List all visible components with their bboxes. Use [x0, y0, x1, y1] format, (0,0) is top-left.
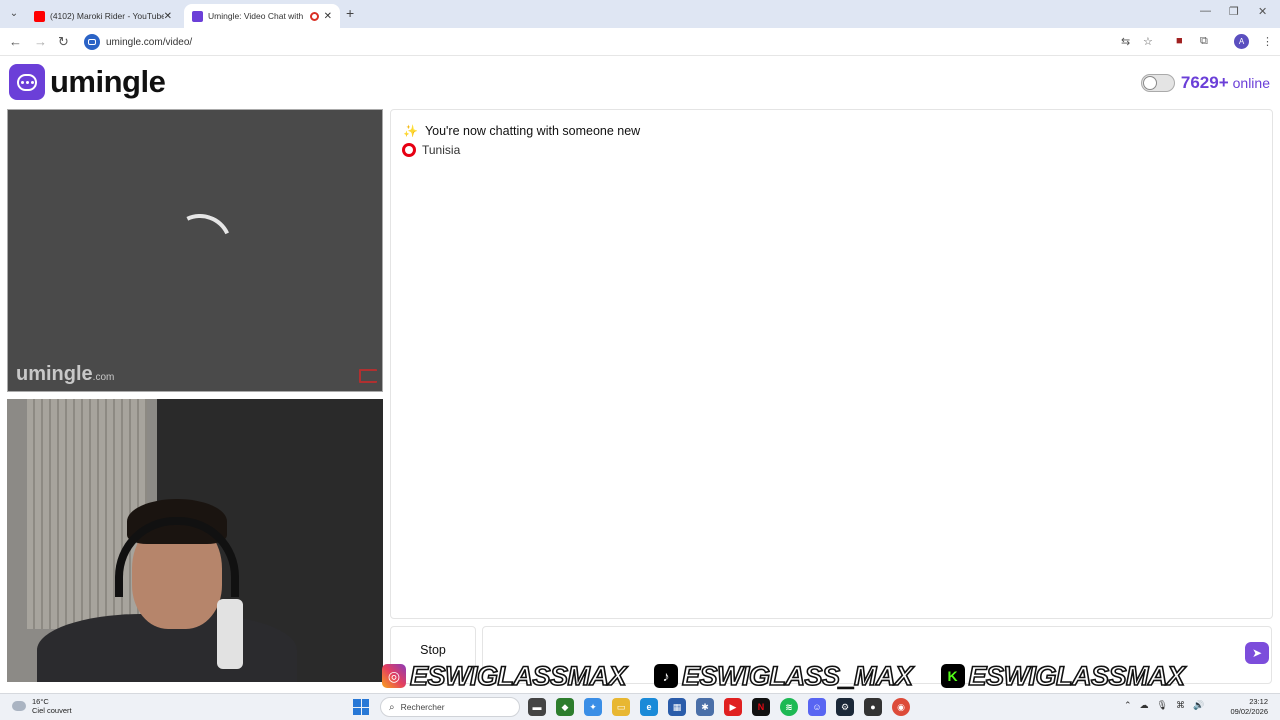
back-icon[interactable]: ← [9, 34, 22, 50]
store-icon[interactable]: ▦ [668, 698, 686, 716]
extensions-puzzle-icon[interactable]: ⧉ [1200, 35, 1208, 48]
bookmark-star-icon[interactable]: ☆ [1143, 35, 1153, 48]
loading-spinner-icon [158, 204, 242, 288]
close-tab-icon[interactable]: ✕ [324, 11, 332, 22]
youtube-favicon-icon [34, 10, 45, 22]
new-tab-button[interactable]: + [346, 5, 354, 21]
steam-icon[interactable]: ⚙ [836, 698, 854, 716]
tab-title: Umingle: Video Chat with S [208, 11, 305, 21]
system-tray: ⌃ ☁ 🎙 ⌘ 🔊 [1124, 700, 1204, 711]
chevron-up-icon[interactable]: ⌃ [1124, 700, 1132, 711]
volume-icon[interactable]: 🔊 [1193, 700, 1204, 711]
windows-start-icon[interactable] [353, 699, 369, 715]
edge-icon[interactable]: e [640, 698, 658, 716]
kick-icon: K [940, 664, 965, 688]
tab-search-icon[interactable]: ⌄ [6, 6, 22, 22]
browser-menu-icon[interactable]: ⋮ [1262, 35, 1273, 48]
youtube-icon[interactable]: ▶ [724, 698, 742, 716]
file-explorer-icon[interactable]: ▭ [612, 698, 630, 716]
address-bar[interactable]: umingle.com/video/ [80, 31, 1160, 53]
copilot-icon[interactable]: ✦ [584, 698, 602, 716]
umingle-favicon-icon [192, 10, 203, 22]
forward-icon[interactable]: → [34, 34, 47, 50]
tiktok-icon: ♪ [654, 664, 679, 688]
online-status: 7629+ online [1140, 73, 1270, 93]
online-label: online [1232, 75, 1270, 91]
task-view-icon[interactable]: ▬ [528, 698, 546, 716]
browser-toolbar: ← → ↻ umingle.com/video/ ⇆ ☆ ■ ⧉ A ⋮ [0, 28, 1280, 56]
chat-bubble-logo-icon [9, 64, 45, 100]
theme-toggle[interactable] [1140, 74, 1175, 92]
stream-social-overlay: ◎ ESWIGLASSMAX ♪ ESWIGLASS_MAX K ESWIGLA… [382, 659, 1280, 693]
umingle-logo[interactable]: umingle [9, 64, 166, 100]
recording-indicator-icon [309, 11, 319, 21]
extension-icon[interactable]: ■ [1176, 35, 1183, 47]
network-icon[interactable]: ⌘ [1176, 700, 1185, 711]
tab-umingle[interactable]: Umingle: Video Chat with S ✕ [184, 4, 340, 28]
report-flag-icon[interactable] [359, 369, 377, 383]
maximize-icon[interactable]: ❐ [1229, 5, 1239, 18]
tab-title: (4102) Maroki Rider - YouTube [50, 11, 164, 21]
online-count: 7629+ [1180, 73, 1229, 92]
url-text: umingle.com/video/ [106, 36, 193, 48]
instagram-handle: ◎ ESWIGLASSMAX [382, 660, 627, 692]
stranger-video: umingle.com [7, 109, 383, 392]
chrome-icon[interactable]: ◉ [892, 698, 910, 716]
weather-desc: Ciel couvert [32, 706, 72, 715]
self-webcam-video [7, 399, 383, 682]
cloud-sync-icon[interactable]: ☁ [1140, 700, 1149, 711]
taskbar-clock[interactable]: 23:12 09/02/2026 [1230, 697, 1268, 717]
weather-temp: 16°C [32, 697, 49, 706]
spotify-icon[interactable]: ≋ [780, 698, 798, 716]
kick-handle: K ESWIGLASSMAX [940, 660, 1186, 692]
system-message-text: You're now chatting with someone new [424, 124, 641, 138]
taskbar-search[interactable]: ⌕ Rechercher [380, 697, 520, 717]
windows-taskbar: 16°C Ciel couvert ⌕ Rechercher ▬ ◆ ✦ ▭ e… [0, 693, 1280, 720]
brand-name: umingle [50, 64, 166, 99]
browser-tab-bar: ⌄ (4102) Maroki Rider - YouTube ✕ Umingl… [0, 0, 1280, 28]
profile-avatar[interactable]: A [1234, 34, 1249, 49]
cloud-icon [12, 701, 26, 711]
netflix-icon[interactable]: N [752, 698, 770, 716]
obs-icon[interactable]: ● [864, 698, 882, 716]
minimize-icon[interactable]: — [1200, 5, 1211, 17]
reload-icon[interactable]: ↻ [58, 34, 69, 50]
tab-youtube[interactable]: (4102) Maroki Rider - YouTube ✕ [26, 4, 180, 28]
close-tab-icon[interactable]: ✕ [164, 11, 172, 22]
stranger-country: Tunisia [402, 143, 460, 157]
clock-time: 23:12 [1249, 697, 1268, 706]
country-name: Tunisia [422, 143, 461, 157]
sparkle-icon: ✨ [403, 124, 418, 138]
chat-log: ✨ You're now chatting with someone new T… [390, 109, 1273, 619]
window-close-icon[interactable]: ✕ [1258, 5, 1267, 18]
weather-widget[interactable]: 16°C Ciel couvert [12, 697, 72, 715]
tiktok-handle: ♪ ESWIGLASS_MAX [654, 660, 914, 692]
site-info-icon[interactable] [84, 34, 100, 50]
instagram-icon: ◎ [382, 664, 406, 688]
app-icon[interactable]: ✱ [696, 698, 714, 716]
search-icon: ⌕ [389, 701, 395, 713]
nvidia-icon[interactable]: ◆ [556, 698, 574, 716]
taskbar-apps: ▬ ◆ ✦ ▭ e ▦ ✱ ▶ N ≋ ☺ ⚙ ● ◉ [528, 698, 910, 716]
discord-icon[interactable]: ☺ [808, 698, 826, 716]
video-watermark: umingle.com [16, 363, 115, 385]
system-message: ✨ You're now chatting with someone new [403, 124, 640, 138]
tunisia-flag-icon [402, 143, 416, 157]
clock-date: 09/02/2026 [1230, 707, 1268, 716]
microphone-icon[interactable]: 🎙 [1157, 700, 1168, 711]
translate-icon[interactable]: ⇆ [1121, 35, 1130, 48]
